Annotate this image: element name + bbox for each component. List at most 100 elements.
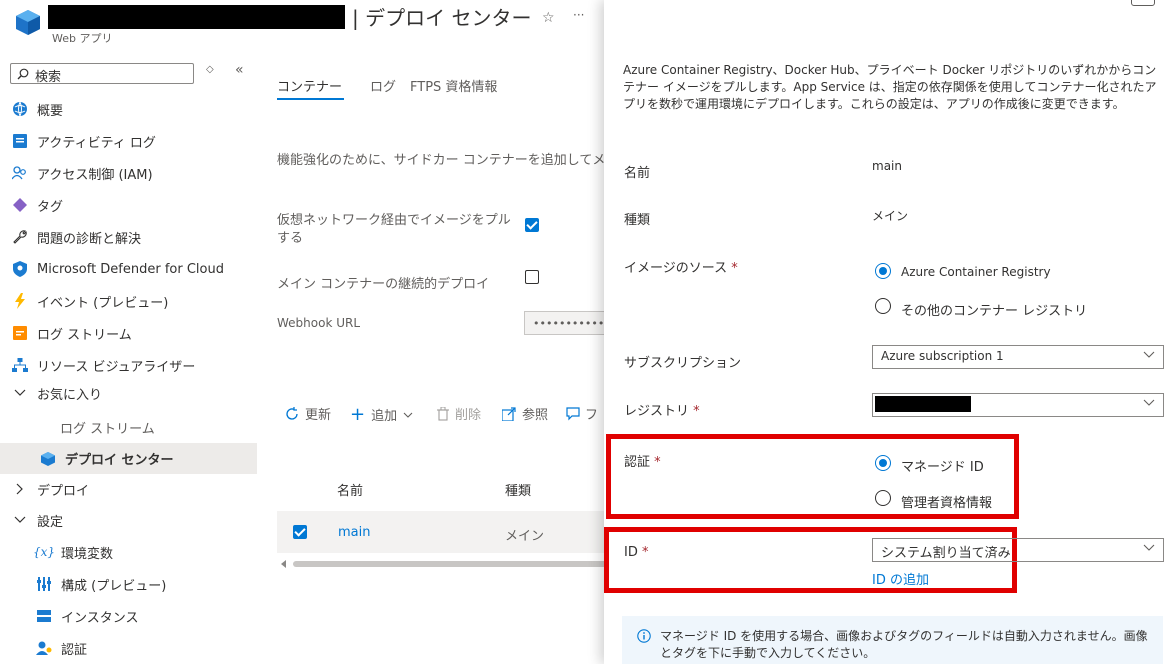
feedback-icon (566, 406, 580, 420)
sidebar-item-instances[interactable]: インスタンス (0, 601, 257, 631)
panel-description: Azure Container Registry、Docker Hub、プライベ… (623, 63, 1157, 111)
sidebar-item-diagnose[interactable]: 問題の診断と解決 (0, 222, 257, 252)
table-row[interactable] (277, 511, 607, 553)
search-icon (17, 68, 29, 80)
server-icon (36, 608, 52, 624)
chevron-down-icon (403, 412, 413, 418)
chevron-down-icon (1143, 351, 1155, 358)
chevron-down-icon (1143, 399, 1155, 406)
sidebar-item-tags[interactable]: タグ (0, 190, 257, 220)
sidebar-group-deploy[interactable]: デプロイ (0, 474, 257, 504)
activity-log-icon (12, 133, 28, 149)
sidebar-item-configuration[interactable]: 構成 (プレビュー) (0, 569, 257, 599)
radio-managed-id[interactable] (875, 455, 891, 471)
lightning-icon (12, 293, 28, 309)
browse-button[interactable]: 参照 (502, 404, 548, 423)
chevron-right-icon (12, 481, 28, 497)
sidebar-item-label: ログ ストリーム (60, 421, 155, 437)
required-asterisk: * (654, 455, 661, 470)
hierarchy-icon (12, 357, 28, 373)
name-field-label: 名前 (624, 166, 651, 181)
feedback-button[interactable]: フ (566, 404, 598, 423)
sidebar-item-resource-visualizer[interactable]: リソース ビジュアライザー (0, 350, 257, 380)
tab-containers[interactable]: コンテナー (277, 76, 342, 95)
sidebar-item-label: インスタンス (61, 610, 139, 626)
sidebar-item-label: 概要 (37, 103, 64, 119)
radio-admin-credentials[interactable] (875, 490, 891, 506)
wrench-icon (12, 229, 28, 245)
add-id-link[interactable]: ID の追加 (872, 569, 929, 588)
sidebar-item-iam[interactable]: アクセス制御 (IAM) (0, 158, 257, 188)
resource-type-subtitle: Web アプリ (52, 32, 113, 45)
sidebar-item-log-stream[interactable]: ログ ストリーム (0, 318, 257, 348)
refresh-label: 更新 (305, 408, 332, 423)
id-value: システム割り当て済み (881, 546, 1011, 561)
cube-icon (40, 451, 56, 467)
vnet-pull-checkbox[interactable] (525, 218, 539, 232)
filter-icon[interactable]: ◇ (206, 64, 214, 75)
add-label: 追加 (371, 409, 398, 424)
feedback-label: フ (585, 408, 599, 423)
sidebar-item-deployment-center[interactable]: デプロイ センター (0, 443, 257, 474)
sidebar-item-label: アクティビティ ログ (37, 135, 156, 151)
horizontal-scrollbar[interactable] (281, 560, 607, 568)
delete-button[interactable]: 削除 (437, 404, 481, 423)
sidecar-info-text: 機能強化のために、サイドカー コンテナーを追加してメイ (277, 153, 619, 168)
add-button[interactable]: + 追加 (350, 404, 413, 425)
sidebar-item-label: お気に入り (37, 387, 103, 403)
row-select-checkbox[interactable] (293, 525, 307, 539)
sidebar-item-label: デプロイ (37, 483, 90, 499)
close-icon[interactable] (1131, 0, 1155, 6)
sidebar-item-label: タグ (37, 199, 64, 215)
radio-label-other-registry: その他のコンテナー レジストリ (901, 304, 1088, 319)
id-label-text: ID (624, 545, 638, 560)
row-name-link[interactable]: main (338, 525, 370, 540)
more-options-icon[interactable]: ··· (573, 8, 584, 22)
refresh-button[interactable]: 更新 (285, 404, 331, 423)
subscription-dropdown[interactable]: Azure subscription 1 (872, 345, 1164, 369)
sidebar-item-env-vars[interactable]: {x} 環境変数 (0, 537, 257, 567)
row-type: メイン (505, 529, 545, 544)
webhook-url-field[interactable]: •••••••••••••••• (524, 311, 614, 335)
registry-dropdown[interactable] (872, 393, 1164, 417)
sidebar-item-defender[interactable]: Microsoft Defender for Cloud (0, 254, 257, 284)
registry-label-text: レジストリ (624, 404, 690, 419)
column-header-type[interactable]: 種類 (505, 480, 531, 499)
image-source-label-text: イメージのソース (624, 261, 728, 276)
column-header-name[interactable]: 名前 (337, 480, 363, 499)
sidebar-item-label: アクセス制御 (IAM) (37, 167, 153, 183)
chevron-down-icon (1143, 544, 1155, 551)
required-asterisk: * (642, 545, 649, 560)
user-key-icon (36, 640, 52, 656)
continuous-deploy-label: メイン コンテナーの継続的デプロイ (277, 277, 490, 292)
sidebar-item-label: イベント (プレビュー) (37, 295, 169, 311)
sidebar-item-authentication[interactable]: 認証 (0, 633, 257, 663)
collapse-sidebar-icon[interactable]: « (235, 62, 244, 78)
browse-icon (502, 406, 516, 421)
redacted-app-name (48, 5, 345, 29)
id-label: ID * (624, 545, 649, 560)
chevron-down-icon (12, 385, 28, 401)
sidebar-item-label: Microsoft Defender for Cloud (37, 261, 224, 277)
tab-logs[interactable]: ログ (370, 76, 396, 95)
sidebar-item-favorite-log-stream[interactable]: ログ ストリーム (0, 412, 257, 442)
continuous-deploy-checkbox[interactable] (525, 270, 539, 284)
tag-icon (12, 197, 28, 213)
chevron-down-icon (12, 512, 28, 528)
sidebar-item-events[interactable]: イベント (プレビュー) (0, 286, 257, 316)
id-dropdown[interactable]: システム割り当て済み (872, 538, 1164, 562)
sidebar-search-input[interactable]: 検索 (10, 63, 194, 85)
type-field-value: メイン (872, 209, 909, 223)
variable-icon: {x} (32, 545, 56, 559)
sidebar-item-label: 問題の診断と解決 (37, 231, 142, 247)
sidebar-item-activity-log[interactable]: アクティビティ ログ (0, 126, 257, 156)
sidebar-group-favorites[interactable]: お気に入り (0, 378, 257, 408)
favorite-star-icon[interactable]: ☆ (542, 10, 555, 26)
tab-ftps-credentials[interactable]: FTPS 資格情報 (410, 76, 497, 95)
sidebar-group-settings[interactable]: 設定 (0, 505, 257, 535)
required-asterisk: * (693, 404, 700, 419)
sidebar-item-overview[interactable]: 概要 (0, 94, 257, 124)
radio-other-registry[interactable] (875, 298, 891, 314)
radio-azure-container-registry[interactable] (875, 263, 891, 279)
auth-label: 認証 * (624, 451, 661, 470)
